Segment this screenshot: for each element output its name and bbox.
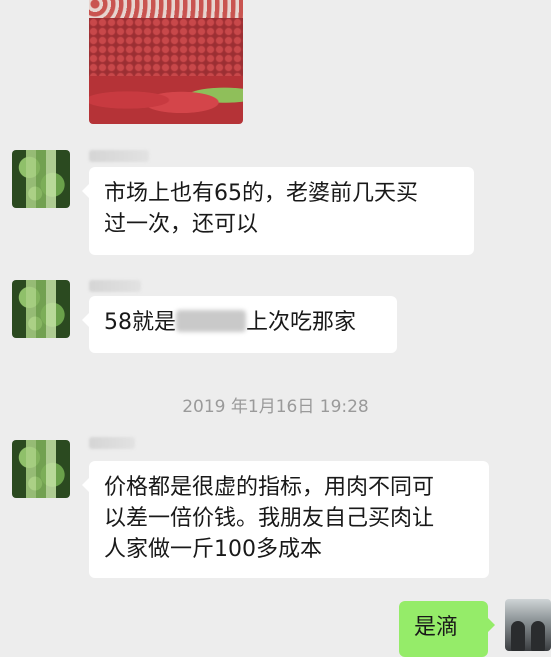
message-timestamp: 2019 年1月16日 19:28 (182, 397, 369, 417)
photo-tray-meatballs (89, 18, 243, 76)
chat-view: 市场上也有65的，老婆前几天买 过一次，还可以 58就是 上次吃那家 2019 年… (0, 0, 551, 657)
message-text: 58就是 (104, 310, 176, 335)
sender-name-blurred (89, 437, 135, 449)
photo-tray-top (89, 0, 243, 18)
sender-avatar[interactable] (12, 440, 70, 498)
sender-avatar[interactable] (12, 150, 70, 208)
meat-photo-message[interactable] (89, 0, 243, 124)
message-text: 是滴 (414, 615, 459, 640)
message-text-line: 市场上也有65的，老婆前几天买 (104, 181, 418, 206)
photo-raw-meat (89, 76, 243, 124)
my-avatar[interactable] (505, 599, 551, 651)
avatar-mosaic (26, 280, 56, 338)
redacted-text (176, 310, 246, 332)
message-text: 上次吃那家 (246, 310, 357, 335)
message-text-line: 过一次，还可以 (104, 212, 259, 237)
sender-name-blurred (89, 150, 149, 162)
sender-name-blurred (89, 280, 141, 292)
message-bubble[interactable]: 58就是 上次吃那家 (82, 296, 397, 353)
avatar-mosaic (26, 440, 56, 498)
message-text-line: 以差一倍价钱。我朋友自己买肉让 (104, 506, 435, 531)
message-bubble[interactable]: 价格都是很虚的指标，用肉不同可 以差一倍价钱。我朋友自己买肉让 人家做一斤100… (82, 461, 489, 578)
sender-avatar[interactable] (12, 280, 70, 338)
outgoing-message-bubble[interactable]: 是滴 (399, 601, 495, 657)
message-text-line: 人家做一斤100多成本 (104, 537, 322, 562)
avatar-figure (531, 621, 545, 651)
avatar-figure (511, 621, 525, 651)
message-bubble[interactable]: 市场上也有65的，老婆前几天买 过一次，还可以 (82, 167, 474, 255)
message-text-line: 价格都是很虚的指标，用肉不同可 (104, 475, 435, 500)
avatar-mosaic (26, 150, 56, 208)
